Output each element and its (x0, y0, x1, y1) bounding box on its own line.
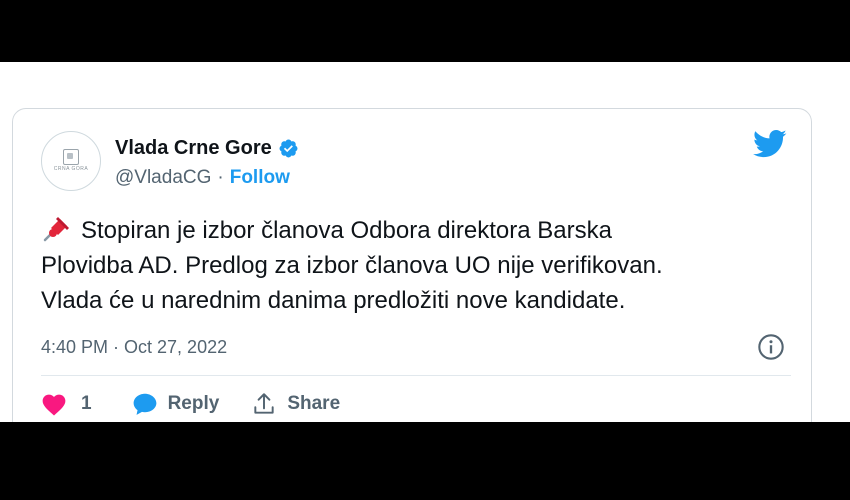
author-handle[interactable]: @VladaCG (115, 167, 211, 189)
divider (41, 375, 791, 376)
author-row: Vlada Crne Gore (115, 137, 299, 160)
verified-badge-icon (279, 139, 298, 158)
tweet-text: Stopiran je izbor članova Odbora direkto… (41, 213, 801, 318)
author-name[interactable]: Vlada Crne Gore (115, 137, 272, 160)
tweet-card[interactable]: CRNA GORA Vlada Crne Gore @VladaCG · Fol… (12, 108, 812, 422)
speech-bubble-icon (133, 393, 156, 415)
action-bar: 1 Reply Share (41, 391, 340, 417)
avatar[interactable]: CRNA GORA (41, 131, 101, 191)
share-icon (254, 393, 274, 414)
screenshot-area: CRNA GORA Vlada Crne Gore @VladaCG · Fol… (0, 62, 850, 422)
twitter-bird-icon[interactable] (753, 129, 787, 159)
tweet-timestamp[interactable]: 4:40 PM · Oct 27, 2022 (41, 337, 227, 358)
government-logo-icon (63, 149, 79, 165)
like-count: 1 (81, 393, 92, 414)
letterbox-bottom (0, 422, 850, 500)
info-icon[interactable] (757, 333, 785, 361)
letterbox-top (0, 0, 850, 62)
tweet-text-line: Vlada će u narednim danima predložiti no… (41, 287, 626, 314)
heart-icon (42, 394, 66, 416)
handle-row: @VladaCG · Follow (115, 167, 290, 189)
follow-button[interactable]: Follow (230, 167, 290, 189)
avatar-label: CRNA GORA (53, 166, 89, 172)
tweet-text-line: Plovidba AD. Predlog za izbor članova UO… (41, 252, 663, 279)
tweet-text-line: Stopiran je izbor članova Odbora direkto… (41, 213, 801, 248)
share-label: Share (287, 393, 341, 414)
like-button[interactable]: 1 (41, 392, 92, 416)
reply-label: Reply (167, 393, 220, 414)
pushpin-icon (43, 217, 69, 242)
reply-button[interactable]: Reply (132, 392, 220, 416)
share-button[interactable]: Share (251, 391, 340, 417)
separator-dot: · (217, 167, 224, 188)
